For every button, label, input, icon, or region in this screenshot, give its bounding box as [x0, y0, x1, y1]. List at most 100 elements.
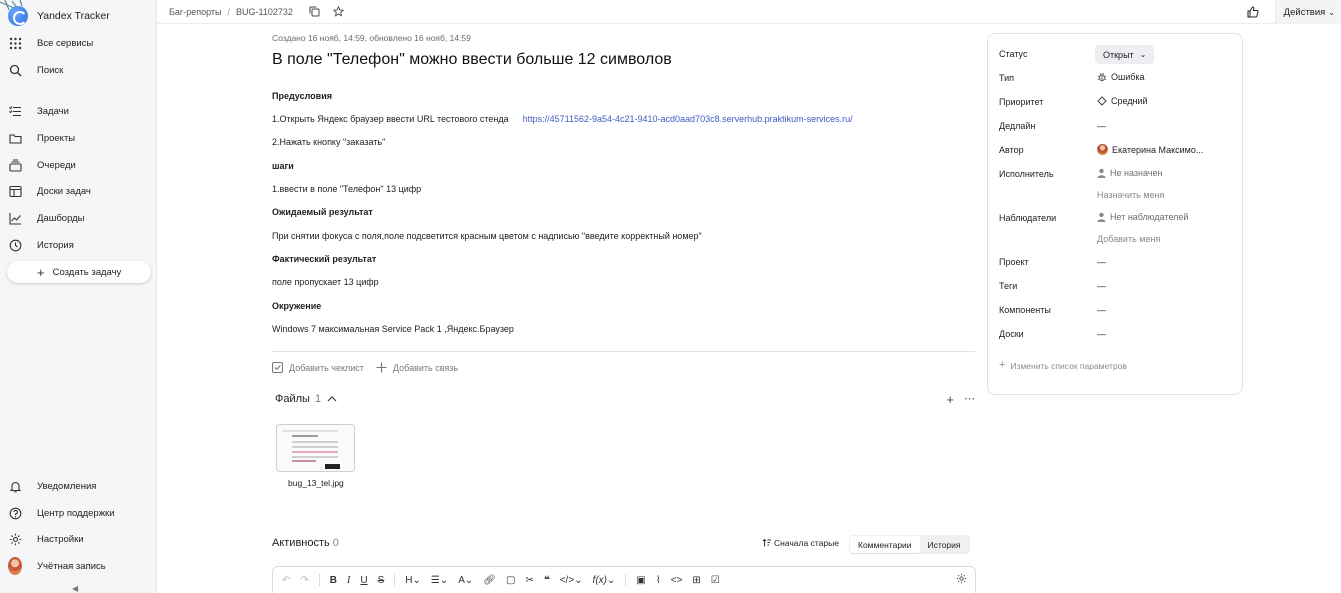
test-stand-link[interactable]: https://45711562-9a54-4c21-9410-acd0aad7…	[523, 114, 853, 124]
note-icon[interactable]: ▢	[506, 573, 515, 587]
assignee-label: Исполнитель	[999, 169, 1054, 179]
components-label: Компоненты	[999, 305, 1051, 315]
nav-notifications[interactable]: Уведомления	[8, 476, 148, 496]
nav-label: Поиск	[37, 64, 64, 76]
precondition-step-1: 1.Открыть Яндекс браузер ввести URL тест…	[272, 114, 853, 124]
breadcrumb-queue-link[interactable]: Баг-репорты	[169, 7, 221, 17]
nav-account[interactable]: Учётная запись	[8, 556, 148, 576]
nav-label: Очереди	[37, 159, 76, 171]
status-dropdown[interactable]: Открыт ⌄	[1095, 45, 1155, 64]
components-value[interactable]: —	[1097, 305, 1106, 315]
deadline-value[interactable]: —	[1097, 121, 1106, 131]
nav-tasks[interactable]: Задачи	[8, 101, 148, 121]
nav-search[interactable]: Поиск	[8, 60, 148, 80]
undo-icon[interactable]: ↶	[282, 573, 290, 587]
chevron-up-icon[interactable]	[327, 395, 337, 403]
strikethrough-icon[interactable]: S	[378, 573, 385, 587]
add-link-button[interactable]: Добавить связь	[376, 362, 458, 373]
italic-icon[interactable]: I	[347, 573, 350, 587]
thumbs-up-icon[interactable]	[1247, 5, 1261, 19]
breadcrumb-issue-key[interactable]: BUG-1102732	[236, 7, 293, 17]
underline-icon[interactable]: U	[360, 573, 367, 587]
formula-dropdown-icon[interactable]: f(x)⌄	[593, 573, 616, 587]
add-me-link[interactable]: Добавить меня	[1097, 234, 1160, 244]
nav-queues[interactable]: Очереди	[8, 155, 148, 175]
file-thumbnail[interactable]	[276, 424, 355, 472]
image-icon[interactable]: ▣	[636, 573, 645, 587]
list-dropdown-icon[interactable]: ☰⌄	[431, 573, 448, 587]
plus-icon	[376, 362, 387, 373]
watchers-value[interactable]: Нет наблюдателей	[1097, 212, 1188, 222]
nav-all-services[interactable]: Все сервисы	[8, 33, 148, 53]
attachment-icon[interactable]: ⌇	[656, 573, 661, 587]
priority-value[interactable]: Средний	[1097, 96, 1148, 106]
nav-label: Настройки	[37, 533, 84, 545]
table-icon[interactable]: ⊞	[692, 573, 700, 587]
files-title: Файлы	[275, 393, 310, 405]
cut-icon[interactable]: ✂	[525, 573, 533, 587]
board-icon	[8, 184, 22, 198]
assign-me-link[interactable]: Назначить меня	[1097, 190, 1164, 200]
editor-settings-gear-icon[interactable]	[956, 573, 967, 587]
tab-history[interactable]: История	[920, 536, 969, 553]
actions-dropdown-button[interactable]: Действия ⌄	[1274, 0, 1341, 24]
nav-dashboards[interactable]: Дашборды	[8, 208, 148, 228]
file-name[interactable]: bug_13_tel.jpg	[288, 478, 344, 488]
actions-label: Действия	[1283, 6, 1326, 18]
tags-label: Теги	[999, 281, 1018, 291]
link-icon[interactable]: 🔗︎	[483, 573, 496, 587]
author-value[interactable]: Екатерина Максимо...	[1097, 144, 1203, 155]
boards-value[interactable]: —	[1097, 329, 1106, 339]
diamond-priority-icon	[1097, 96, 1107, 106]
add-checklist-button[interactable]: Добавить чеклист	[272, 362, 364, 373]
environment-text: Windows 7 максимальная Service Pack 1 ,Я…	[272, 324, 514, 334]
type-value[interactable]: Ошибка	[1097, 72, 1145, 82]
expected-heading: Ожидаемый результат	[272, 207, 373, 217]
project-label: Проект	[999, 257, 1029, 267]
nav-label: Проекты	[37, 132, 76, 144]
assignee-value[interactable]: Не назначен	[1097, 168, 1162, 178]
activity-header: Активность 0	[272, 537, 339, 549]
heading-dropdown-icon[interactable]: H⌄	[405, 573, 421, 587]
text-color-dropdown-icon[interactable]: A⌄	[458, 573, 473, 587]
redo-icon[interactable]: ↷	[300, 573, 308, 587]
topbar-right: Действия ⌄	[1247, 0, 1341, 24]
chevron-down-icon: ⌄	[1328, 7, 1335, 17]
edit-params-button[interactable]: + Изменить список параметров	[999, 360, 1127, 371]
more-options-icon[interactable]: ⋯	[964, 394, 975, 405]
sort-order-button[interactable]: Сначала старые	[762, 538, 839, 548]
nav-support[interactable]: Центр поддержки	[8, 503, 148, 523]
code-dropdown-icon[interactable]: </>⌄	[560, 573, 583, 587]
comment-editor[interactable]: ↶ ↷ B I U S H⌄ ☰⌄ A⌄ 🔗︎ ▢ ✂ ❝ </>⌄ f(x)⌄…	[272, 566, 976, 593]
step-line-1: 1.ввести в поле "Телефон" 13 цифр	[272, 184, 422, 194]
star-icon[interactable]	[333, 6, 345, 18]
code-block-icon[interactable]: <>	[671, 573, 683, 587]
tab-comments[interactable]: Комментарии	[850, 536, 920, 553]
add-file-plus-icon[interactable]: +	[946, 393, 954, 406]
quote-icon[interactable]: ❝	[544, 573, 550, 587]
copy-icon[interactable]	[309, 6, 321, 18]
nav-label: Дашборды	[37, 212, 85, 224]
expected-text: При снятии фокуса с поля,поле подсветитс…	[272, 231, 702, 241]
checkbox-icon[interactable]: ☑	[711, 573, 720, 587]
plus-icon: +	[37, 264, 45, 280]
nav-history[interactable]: История	[8, 235, 148, 255]
nav-boards[interactable]: Доски задач	[8, 181, 148, 201]
step-1-text: 1.Открыть Яндекс браузер ввести URL тест…	[272, 114, 509, 124]
brand[interactable]: Yandex Tracker	[8, 6, 110, 26]
bold-icon[interactable]: B	[330, 573, 337, 587]
collapse-sidebar-icon[interactable]: ◀	[72, 584, 78, 593]
nav-settings[interactable]: Настройки	[8, 529, 148, 549]
files-tools: + ⋯	[936, 393, 975, 406]
issue-title[interactable]: В поле "Телефон" можно ввести больше 12 …	[272, 51, 672, 69]
priority-text: Средний	[1111, 96, 1148, 106]
issue-properties-panel: Статус Открыт ⌄ Тип Ошибка Приоритет Сре…	[987, 33, 1243, 395]
status-value: Открыт	[1103, 49, 1134, 60]
nav-projects[interactable]: Проекты	[8, 128, 148, 148]
breadcrumb-separator: /	[227, 6, 230, 17]
project-value[interactable]: —	[1097, 257, 1106, 267]
create-task-button[interactable]: + Создать задачу	[7, 261, 151, 283]
editor-toolbar: ↶ ↷ B I U S H⌄ ☰⌄ A⌄ 🔗︎ ▢ ✂ ❝ </>⌄ f(x)⌄…	[282, 573, 730, 587]
tags-value[interactable]: —	[1097, 281, 1106, 291]
nav-label: Задачи	[37, 105, 69, 117]
